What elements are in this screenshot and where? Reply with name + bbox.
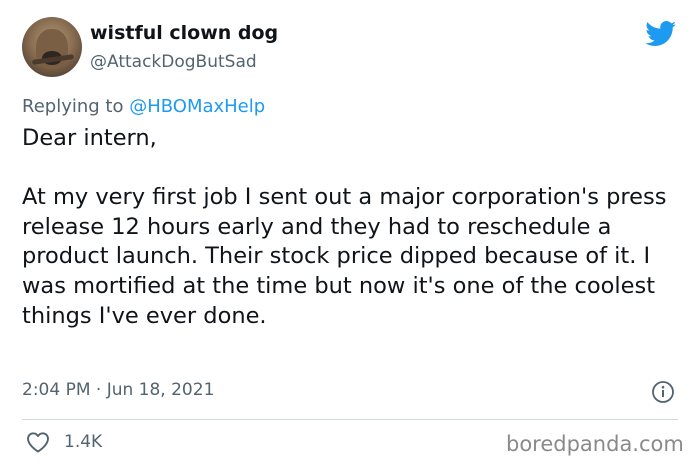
user-handle[interactable]: @AttackDogButSad	[90, 52, 257, 72]
twitter-bird-icon[interactable]	[645, 21, 677, 47]
reply-context: Replying to @HBOMaxHelp	[22, 96, 265, 117]
tweet-text: Dear intern, At my very first job I sent…	[22, 125, 667, 329]
divider	[22, 419, 678, 420]
avatar[interactable]	[22, 17, 82, 77]
heart-icon[interactable]	[26, 431, 50, 453]
reply-prefix: Replying to	[22, 96, 130, 117]
info-icon[interactable]	[651, 380, 675, 404]
display-name[interactable]: wistful clown dog	[90, 22, 278, 44]
timestamp[interactable]: 2:04 PM · Jun 18, 2021	[22, 380, 214, 400]
watermark: boredpanda.com	[506, 432, 684, 456]
like-count: 1.4K	[64, 432, 103, 452]
reply-to-link[interactable]: @HBOMaxHelp	[129, 96, 265, 117]
